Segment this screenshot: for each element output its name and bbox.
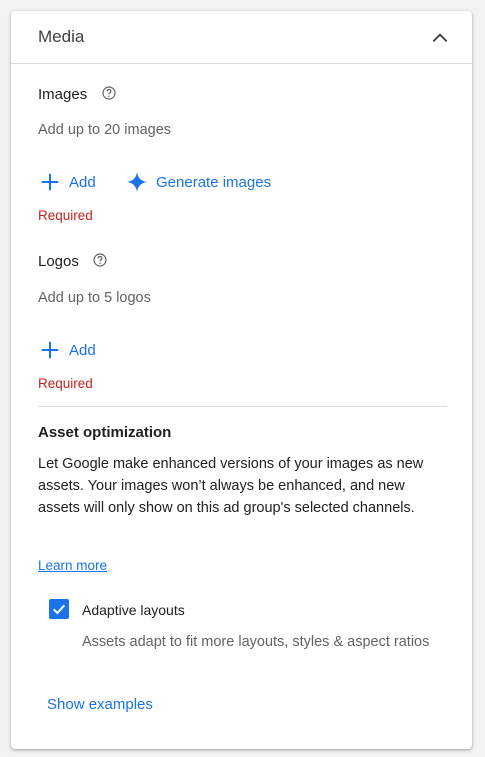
show-examples-button[interactable]: Show examples (47, 696, 153, 713)
add-image-button[interactable]: Add (39, 171, 96, 193)
sparkle-icon (126, 171, 148, 193)
adaptive-layouts-description: Assets adapt to fit more layouts, styles… (82, 634, 430, 650)
images-required: Required (38, 208, 93, 223)
chevron-up-icon (432, 33, 448, 42)
logos-required: Required (38, 376, 93, 391)
images-hint: Add up to 20 images (38, 122, 172, 138)
plus-icon (41, 341, 59, 359)
add-image-label: Add (69, 173, 96, 191)
checkmark-icon (52, 604, 66, 615)
asset-optimization-title: Asset optimization (38, 424, 172, 441)
media-panel: Media Images Add up to 20 images Add Gen… (11, 11, 472, 749)
generate-images-button[interactable]: Generate images (126, 171, 271, 193)
plus-icon (41, 173, 59, 191)
images-help-icon[interactable] (101, 85, 117, 106)
panel-header[interactable]: Media (11, 11, 472, 64)
asset-optimization-description: Let Google make enhanced versions of you… (38, 456, 424, 516)
logos-hint: Add up to 5 logos (38, 290, 151, 306)
generate-images-label: Generate images (156, 173, 272, 191)
add-logo-button[interactable]: Add (39, 339, 96, 361)
logos-help-icon[interactable] (92, 252, 108, 273)
collapse-button[interactable] (425, 23, 455, 53)
images-title: Images (38, 86, 88, 103)
adaptive-layouts-label[interactable]: Adaptive layouts (82, 602, 185, 618)
logos-title: Logos (38, 253, 79, 270)
add-logo-label: Add (69, 341, 96, 359)
panel-title: Media (38, 27, 85, 46)
learn-more-link[interactable]: Learn more (38, 558, 107, 573)
section-divider (38, 406, 447, 407)
adaptive-layouts-checkbox[interactable] (49, 599, 69, 619)
